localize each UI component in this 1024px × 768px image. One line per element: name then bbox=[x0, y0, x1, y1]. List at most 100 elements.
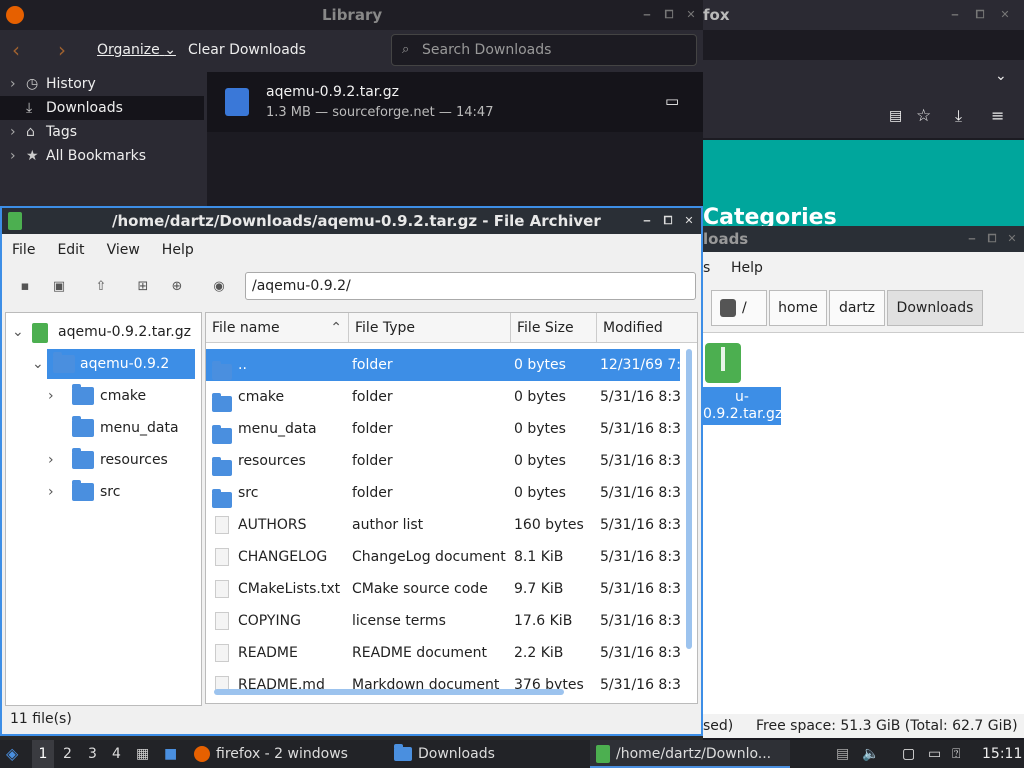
archive-file-icon bbox=[225, 88, 249, 116]
download-filename: aqemu-0.9.2.tar.gz bbox=[266, 84, 399, 100]
table-row[interactable]: .. folder 0 bytes 12/31/69 7:0 bbox=[206, 349, 680, 381]
extract-icon[interactable]: ⇧ bbox=[90, 276, 112, 298]
back-arrow-icon[interactable]: ‹ bbox=[12, 38, 20, 62]
table-row[interactable]: AUTHORS author list 160 bytes 5/31/16 8:3 bbox=[206, 509, 680, 541]
table-row[interactable]: COPYING license terms 17.6 KiB 5/31/16 8:3 bbox=[206, 605, 680, 637]
minimize-icon[interactable]: ‒ bbox=[640, 8, 654, 22]
folder-icon bbox=[72, 384, 94, 405]
organize-menu[interactable]: Organize ⌄ bbox=[97, 42, 176, 58]
menu-view[interactable]: View bbox=[107, 242, 140, 258]
maximize-icon[interactable]: ⧠ bbox=[662, 8, 676, 22]
table-row[interactable]: README.md Markdown document 376 bytes 5/31/… bbox=[206, 669, 680, 701]
table-row[interactable]: README README document 2.2 KiB 5/31/16 8:3 bbox=[206, 637, 680, 669]
workspace-3[interactable]: 3 bbox=[88, 740, 97, 768]
open-archive-icon[interactable]: ▣ bbox=[48, 276, 70, 298]
vertical-scrollbar[interactable] bbox=[686, 349, 692, 649]
menu-tools[interactable]: s bbox=[703, 260, 710, 276]
task-firefox[interactable]: firefox - 2 windows bbox=[194, 740, 384, 768]
clear-downloads-button[interactable]: Clear Downloads bbox=[188, 42, 306, 58]
table-row[interactable]: menu_data folder 0 bytes 5/31/16 8:3 bbox=[206, 413, 680, 445]
archive-file-label[interactable]: u-0.9.2.tar.gz bbox=[703, 387, 782, 425]
tree-node-archive[interactable]: ⌄ aqemu-0.9.2.tar.gz bbox=[6, 317, 201, 347]
chevron-right-icon: › bbox=[48, 484, 54, 500]
tree-node-resources[interactable]: › resources bbox=[48, 445, 198, 475]
workspace-1[interactable]: 1 bbox=[32, 740, 54, 768]
search-input[interactable]: ⌕ Search Downloads bbox=[391, 34, 697, 66]
column-header-name[interactable]: File name ⌃ bbox=[206, 313, 349, 343]
maximize-icon[interactable]: ⧠ bbox=[973, 8, 987, 22]
sidebar-item-history[interactable]: › ◷ History bbox=[0, 72, 204, 96]
network-icon[interactable]: ▭ bbox=[928, 740, 941, 768]
cell-name: AUTHORS bbox=[238, 517, 307, 533]
tray-bin-icon[interactable]: ▤ bbox=[836, 740, 849, 768]
breadcrumb-home[interactable]: home bbox=[769, 290, 827, 326]
download-item[interactable]: aqemu-0.9.2.tar.gz 1.3 MB — sourceforge.… bbox=[207, 72, 703, 132]
tree-node-aqemu[interactable]: aqemu-0.9.2 bbox=[47, 349, 195, 379]
reader-icon[interactable]: ▤ bbox=[889, 108, 902, 124]
workspace-4[interactable]: 4 bbox=[112, 740, 121, 768]
column-header-modified[interactable]: Modified bbox=[597, 313, 697, 343]
star-icon[interactable]: ☆ bbox=[916, 106, 931, 126]
maximize-icon[interactable]: ⧠ bbox=[985, 232, 999, 246]
sidebar-item-tags[interactable]: › ⌂ Tags bbox=[0, 120, 204, 144]
workspace-2[interactable]: 2 bbox=[63, 740, 72, 768]
archive-file-icon[interactable] bbox=[705, 343, 741, 383]
minimize-icon[interactable]: ‒ bbox=[965, 232, 979, 246]
menu-help[interactable]: Help bbox=[162, 242, 194, 258]
zipper-icon bbox=[721, 347, 725, 371]
tree-node-menu-data[interactable]: menu_data bbox=[50, 413, 198, 443]
volume-icon[interactable]: 🔈 bbox=[862, 740, 879, 768]
close-icon[interactable]: ✕ bbox=[684, 8, 698, 22]
breadcrumb-downloads[interactable]: Downloads bbox=[887, 290, 983, 326]
menu-edit[interactable]: Edit bbox=[57, 242, 84, 258]
forward-arrow-icon[interactable]: › bbox=[58, 38, 66, 62]
cell-modified: 5/31/16 8:3 bbox=[600, 421, 680, 437]
clipboard-icon[interactable]: ▢ bbox=[902, 740, 915, 768]
hamburger-menu-icon[interactable]: ≡ bbox=[991, 106, 1004, 125]
close-icon[interactable]: ✕ bbox=[1005, 232, 1019, 246]
minimize-icon[interactable]: ‒ bbox=[640, 214, 654, 228]
location-path-input[interactable]: /aqemu-0.9.2/ bbox=[245, 272, 696, 300]
task-file-archiver[interactable]: /home/dartz/Downlo... bbox=[590, 740, 790, 768]
close-icon[interactable]: ✕ bbox=[998, 8, 1012, 22]
new-archive-icon[interactable]: ▪ bbox=[14, 276, 36, 298]
table-row[interactable]: CMakeLists.txt CMake source code 9.7 KiB 5/… bbox=[206, 573, 680, 605]
table-row[interactable]: CHANGELOG ChangeLog document 8.1 KiB 5/31/1… bbox=[206, 541, 680, 573]
update-icon[interactable]: ⍰ bbox=[952, 740, 960, 768]
horizontal-scrollbar[interactable] bbox=[214, 689, 564, 695]
breadcrumb-dartz[interactable]: dartz bbox=[829, 290, 885, 326]
download-icon[interactable]: ⤓ bbox=[955, 106, 962, 126]
tree-node-cmake[interactable]: › cmake bbox=[48, 381, 198, 411]
minimize-icon[interactable]: ‒ bbox=[948, 8, 962, 22]
table-row[interactable]: resources folder 0 bytes 5/31/16 8:3 bbox=[206, 445, 680, 477]
column-header-type[interactable]: File Type bbox=[349, 313, 511, 343]
cell-size: 0 bytes bbox=[514, 389, 566, 405]
cell-type: ChangeLog document bbox=[352, 549, 506, 565]
open-folder-icon[interactable]: ▭ bbox=[665, 92, 679, 110]
task-downloads[interactable]: Downloads bbox=[394, 740, 584, 768]
sidebar-item-all-bookmarks[interactable]: › ★ All Bookmarks bbox=[0, 144, 204, 168]
desktop-icon[interactable]: ■ bbox=[164, 740, 177, 768]
start-menu-icon[interactable]: ◈ bbox=[6, 740, 26, 768]
close-icon[interactable]: ✕ bbox=[682, 214, 696, 228]
cell-name: cmake bbox=[238, 389, 285, 405]
file-manager-launcher-icon[interactable]: ▦ bbox=[136, 740, 149, 768]
table-row[interactable]: cmake folder 0 bytes 5/31/16 8:3 bbox=[206, 381, 680, 413]
add-folder-icon[interactable]: ⊕ bbox=[166, 276, 188, 298]
chevron-down-icon[interactable]: ⌄ bbox=[995, 68, 1007, 84]
tree-node-src[interactable]: › src bbox=[48, 477, 198, 507]
cell-type: CMake source code bbox=[352, 581, 488, 597]
maximize-icon[interactable]: ⧠ bbox=[661, 214, 675, 228]
sidebar-item-downloads[interactable]: ⤓ Downloads bbox=[0, 96, 204, 120]
cell-type: folder bbox=[352, 389, 393, 405]
menu-file[interactable]: File bbox=[12, 242, 35, 258]
stop-icon[interactable]: ◉ bbox=[208, 276, 230, 298]
column-header-size[interactable]: File Size bbox=[511, 313, 597, 343]
breadcrumb-root[interactable]: / bbox=[711, 290, 767, 326]
menu-help[interactable]: Help bbox=[731, 260, 763, 276]
download-icon: ⤓ bbox=[26, 100, 33, 116]
archive-app-icon bbox=[596, 745, 610, 763]
file-manager-titlebar: loads ‒ ⧠ ✕ bbox=[703, 226, 1024, 252]
table-row[interactable]: src folder 0 bytes 5/31/16 8:3 bbox=[206, 477, 680, 509]
add-files-icon[interactable]: ⊞ bbox=[132, 276, 154, 298]
